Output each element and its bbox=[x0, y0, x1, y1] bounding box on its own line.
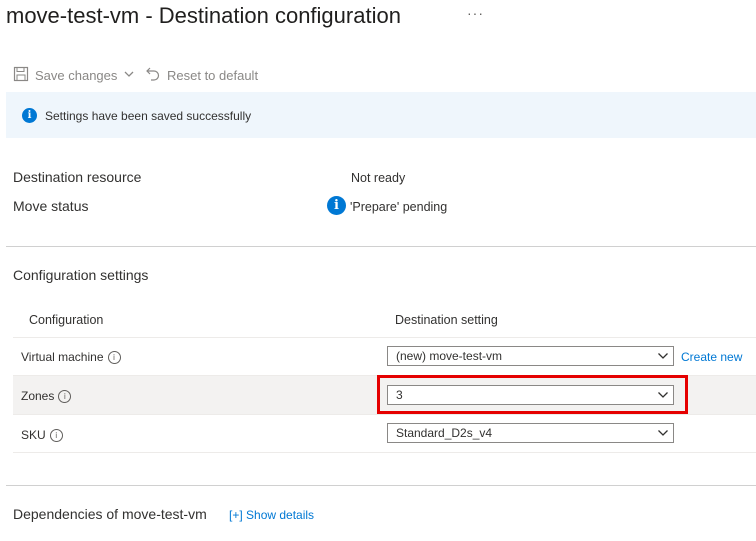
page-title: move-test-vm - Destination configuration bbox=[6, 3, 401, 28]
row-label-virtual-machine: Virtual machine i bbox=[21, 350, 121, 364]
column-header-configuration: Configuration bbox=[29, 313, 104, 327]
create-new-link[interactable]: Create new bbox=[681, 350, 742, 364]
row-divider bbox=[13, 337, 756, 338]
row-label-zones: Zones i bbox=[21, 389, 72, 403]
destination-resource-value: Not ready bbox=[351, 171, 406, 185]
chevron-down-icon bbox=[123, 68, 135, 83]
save-changes-label: Save changes bbox=[35, 68, 118, 83]
undo-icon bbox=[145, 66, 161, 85]
virtual-machine-dropdown[interactable]: (new) move-test-vm bbox=[387, 346, 674, 366]
column-header-destination-setting: Destination setting bbox=[395, 313, 498, 327]
show-details-link[interactable]: [+] Show details bbox=[229, 508, 314, 522]
reset-label: Reset to default bbox=[167, 68, 259, 83]
row-divider bbox=[13, 414, 756, 415]
more-options-button[interactable]: ··· bbox=[467, 5, 484, 21]
save-changes-button[interactable]: Save changes bbox=[13, 66, 135, 85]
chevron-down-icon bbox=[653, 346, 673, 366]
move-status-value: 'Prepare' pending bbox=[350, 200, 448, 214]
configuration-settings-title: Configuration settings bbox=[13, 267, 149, 283]
info-icon[interactable]: i bbox=[107, 350, 121, 364]
row-divider bbox=[13, 452, 756, 453]
move-status-label: Move status bbox=[13, 198, 89, 214]
section-divider bbox=[6, 485, 756, 486]
section-divider bbox=[6, 246, 756, 247]
reset-to-default-button[interactable]: Reset to default bbox=[145, 66, 258, 85]
destination-resource-label: Destination resource bbox=[13, 169, 142, 185]
info-icon[interactable]: i bbox=[58, 389, 72, 403]
highlight-box bbox=[377, 375, 688, 414]
chevron-down-icon bbox=[653, 423, 673, 443]
status-info-icon: i bbox=[327, 196, 346, 215]
info-icon: i bbox=[22, 108, 37, 123]
banner-message: Settings have been saved successfully bbox=[45, 109, 252, 123]
dependencies-title: Dependencies of move-test-vm bbox=[13, 506, 207, 522]
sku-dropdown[interactable]: Standard_D2s_v4 bbox=[387, 423, 674, 443]
info-icon[interactable]: i bbox=[49, 428, 63, 442]
row-label-sku: SKU i bbox=[21, 428, 63, 442]
save-icon bbox=[13, 66, 29, 85]
